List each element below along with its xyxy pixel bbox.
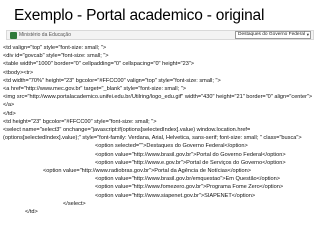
code-line: <option value="http://www.siapenet.gov.b… [95,192,256,199]
code-line: <td width="70%" height="23" bgcolor="#FF… [3,77,221,84]
gov-links-select[interactable]: Destaques do Governo Federal ▾ [235,31,311,39]
gov-links-select-value: Destaques do Governo Federal [238,32,305,37]
slide-title: Exemplo - Portal academico - original [14,7,265,24]
gov-banner: Ministério da Educação Destaques do Gove… [6,30,314,40]
chevron-down-icon[interactable]: ▾ [307,32,309,38]
source-code-listing: <td valign="top" style="font-size: small… [3,44,317,216]
code-line: <option value="http://www.radiobras.gov.… [43,168,252,175]
code-line: <table width="1000" border="0" cellpaddi… [3,61,195,68]
code-line: <tbody><tr> [3,69,34,76]
code-line: <div id="govcab" style="font-size: small… [3,53,109,60]
code-line: </td> [25,209,38,216]
code-line: <td height="23" bgcolor="#FFCC00" style=… [3,118,157,125]
code-line: </td> [3,110,16,117]
code-line: <a href="http://www.mec.gov.br" target="… [3,86,186,93]
code-line: <select name="select3" onchange="javascr… [3,127,302,142]
code-line: </select> [63,200,86,207]
code-line: <option value="http://www.brasil.gov.br/… [95,176,280,183]
code-line: <option selected="">Destaques do Governo… [95,143,248,150]
code-line: <td valign="top" style="font-size: small… [3,45,107,51]
code-line: <option value="http://www.fomezero.gov.b… [95,184,284,191]
ministry-label: Ministério da Educação [19,32,71,38]
code-line: <img src="http://www.portalacademico.uni… [3,94,313,109]
code-line: <option value="http://www.brasil.gov.br"… [95,151,286,158]
ministry-logo-icon [10,32,17,39]
code-line: <option value="http://www.e.gov.br">Port… [95,159,286,166]
